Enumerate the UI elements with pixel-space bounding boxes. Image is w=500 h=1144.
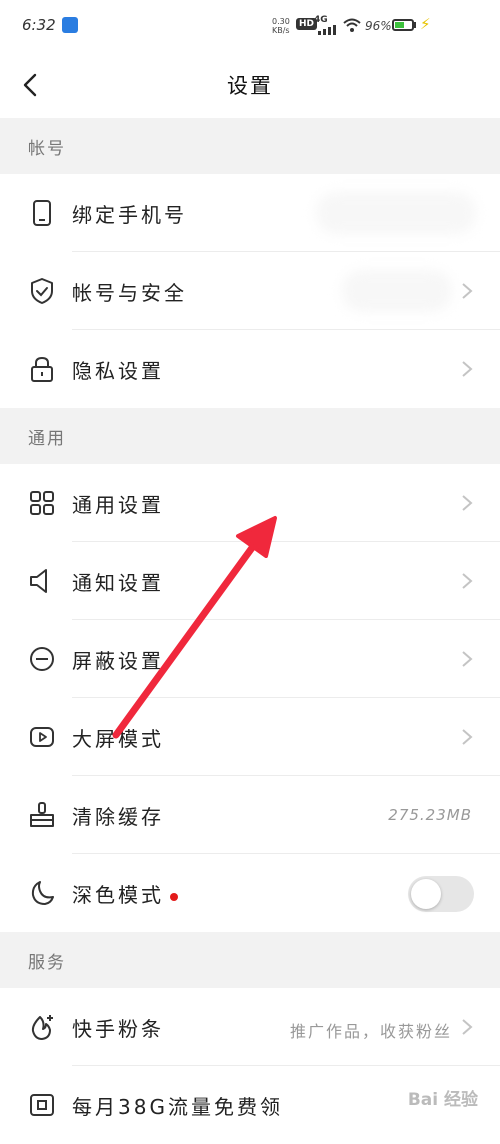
notification-app-icon (62, 17, 78, 33)
lock-icon (31, 356, 53, 382)
chevron-right-icon (462, 495, 473, 511)
speaker-icon (30, 569, 47, 593)
status-bar: 6:32 0.30 KB/s HD 4G 96% ⚡ (0, 0, 500, 52)
status-time: 6:32 (22, 16, 56, 34)
phone-icon (33, 200, 51, 226)
section-general: 通用 (0, 408, 500, 464)
chevron-right-icon (462, 283, 473, 299)
wifi-icon (343, 18, 361, 32)
block-icon (30, 647, 54, 671)
section-title: 帐号 (28, 139, 66, 159)
network-speed-unit: KB/s (272, 26, 290, 35)
battery-icon (392, 19, 414, 31)
chevron-right-icon (462, 361, 473, 377)
row-label: 深色模式 (72, 879, 178, 908)
fire-plus-icon (31, 1015, 53, 1040)
row-notification[interactable]: 通知设置 (0, 542, 500, 620)
section-title: 通用 (28, 429, 66, 449)
network-type: 4G (314, 15, 328, 25)
battery-tip (414, 22, 416, 28)
network-speed: 0.30 KB/s (272, 17, 290, 35)
row-label: 隐私设置 (72, 359, 164, 383)
dark-mode-label: 深色模式 (72, 883, 164, 907)
cache-size: 275.23MB (388, 806, 472, 824)
row-label: 通知设置 (72, 571, 164, 595)
play-icon (30, 727, 54, 747)
row-dark-mode[interactable]: 深色模式 (0, 854, 500, 932)
account-info-blurred (342, 270, 452, 312)
row-account-security[interactable]: 帐号与安全 (0, 252, 500, 330)
row-label: 屏蔽设置 (72, 649, 164, 673)
shield-check-icon (31, 278, 53, 304)
brush-icon (30, 802, 54, 827)
signal-icon (318, 25, 336, 35)
row-label: 绑定手机号 (72, 203, 187, 227)
row-label: 快手粉条 (72, 1017, 164, 1041)
row-label: 帐号与安全 (72, 281, 187, 305)
row-big-screen[interactable]: 大屏模式 (0, 698, 500, 776)
moon-icon (31, 881, 54, 905)
row-block[interactable]: 屏蔽设置 (0, 620, 500, 698)
section-services: 服务 (0, 932, 500, 988)
chevron-right-icon (462, 573, 473, 589)
row-clear-cache[interactable]: 清除缓存 275.23MB (0, 776, 500, 854)
nav-header: 设置 (0, 52, 500, 118)
battery-percent: 96% (365, 19, 392, 33)
row-label: 大屏模式 (72, 727, 164, 751)
row-privacy[interactable]: 隐私设置 (0, 330, 500, 408)
chevron-right-icon (462, 651, 473, 667)
section-account: 帐号 (0, 118, 500, 174)
dark-mode-toggle[interactable] (408, 876, 474, 912)
grid-icon (30, 491, 54, 515)
row-bind-phone[interactable]: 绑定手机号 (0, 174, 500, 252)
row-general-settings[interactable]: 通用设置 (0, 464, 500, 542)
phone-number-blurred (316, 192, 476, 234)
row-label: 通用设置 (72, 493, 164, 517)
chevron-right-icon (462, 729, 473, 745)
row-hint: 推广作品，收获粉丝 (289, 1022, 452, 1041)
row-label: 清除缓存 (72, 805, 164, 829)
charging-icon: ⚡ (420, 15, 431, 33)
chevron-right-icon (462, 1019, 473, 1035)
row-kuaishou-fans[interactable]: 快手粉条 推广作品，收获粉丝 (0, 988, 500, 1066)
sim-card-icon (30, 1094, 54, 1116)
watermark: Bai 经验 (407, 1090, 478, 1110)
toggle-knob (411, 879, 441, 909)
network-speed-value: 0.30 (272, 17, 290, 26)
new-badge-dot (170, 892, 178, 901)
section-title: 服务 (28, 953, 66, 973)
page-title: 设置 (227, 74, 273, 98)
